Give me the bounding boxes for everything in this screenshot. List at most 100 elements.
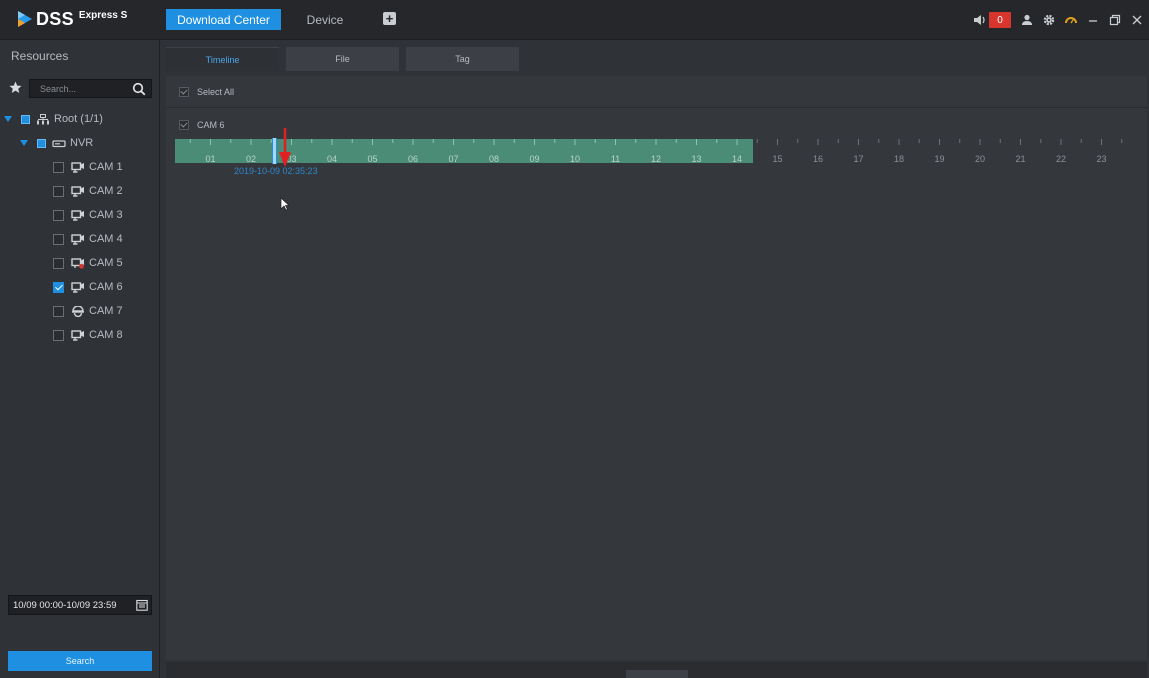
user-icon[interactable] [1021, 14, 1033, 26]
tree-node-cam2[interactable]: CAM 2 [53, 183, 123, 199]
camera-checkbox[interactable] [53, 233, 64, 245]
timeline-content: Select All CAM 6 01 02 03 04 05 06 07 08 09 10 11 1… [166, 76, 1147, 660]
camera-icon [71, 233, 84, 245]
hour-label: 22 [1055, 154, 1067, 164]
camera-label: CAM 6 [89, 281, 123, 293]
camera-label: CAM 7 [89, 305, 123, 317]
select-all-row[interactable]: Select All [166, 76, 1147, 108]
app-logo: DSS Express S [16, 8, 127, 30]
tree-node-cam1[interactable]: CAM 1 [53, 159, 123, 175]
add-tab-button[interactable]: + [383, 12, 396, 25]
camera-checkbox[interactable] [53, 257, 64, 269]
tree-node-cam8[interactable]: CAM 8 [53, 327, 123, 343]
camera-offline-icon [71, 257, 84, 269]
camera-label: CAM 1 [89, 161, 123, 173]
search-icon[interactable] [132, 82, 146, 96]
camera-icon [71, 281, 84, 293]
tree-node-nvr[interactable]: NVR [20, 135, 93, 151]
tree-node-root[interactable]: Root (1/1) [4, 111, 103, 127]
favorites-star-icon[interactable] [9, 81, 22, 94]
cursor-time-label: 2019-10-09 02:35:23 [234, 166, 318, 176]
date-range-field[interactable]: 10/09 00:00-10/09 23:59 [8, 595, 152, 615]
window-controls: 0 [963, 10, 1143, 30]
hour-label: 16 [812, 154, 824, 164]
alarm-indicator[interactable]: 0 [973, 12, 1011, 28]
camera-checkbox[interactable] [53, 185, 64, 197]
hour-label: 19 [934, 154, 945, 164]
download-center-tab[interactable]: Download Center [166, 9, 281, 30]
hour-label: 18 [893, 154, 905, 164]
view-tabs: Timeline File Tag [166, 47, 526, 71]
hour-label: 12 [650, 154, 662, 164]
bottom-bar [166, 662, 1147, 678]
tree-node-cam3[interactable]: CAM 3 [53, 207, 123, 223]
select-all-checkbox[interactable] [179, 86, 189, 97]
tree-node-cam7[interactable]: CAM 7 [53, 303, 123, 319]
channel-label: CAM 6 [197, 120, 225, 130]
hour-label: 02 [245, 154, 257, 164]
camera-checkbox[interactable] [53, 305, 64, 317]
search-button[interactable]: Search [8, 651, 152, 671]
camera-checkbox[interactable] [53, 281, 64, 293]
dss-logo-icon [16, 10, 34, 28]
nvr-device-icon [52, 139, 66, 147]
camera-icon [71, 329, 84, 341]
expand-arrow-icon[interactable] [4, 116, 12, 122]
hour-label: 20 [974, 154, 986, 164]
calendar-icon[interactable] [136, 599, 148, 611]
tree-node-nvr-label: NVR [70, 137, 94, 149]
restore-icon[interactable] [1109, 14, 1121, 26]
channel-checkbox[interactable] [179, 120, 189, 130]
camera-checkbox[interactable] [53, 161, 64, 173]
performance-gauge-icon[interactable] [1065, 14, 1077, 26]
camera-label: CAM 8 [89, 329, 123, 341]
camera-label: CAM 4 [89, 233, 123, 245]
tab-timeline[interactable]: Timeline [166, 47, 279, 71]
tab-file[interactable]: File [286, 47, 399, 71]
recording-timeline[interactable]: 01 02 03 04 05 06 07 08 09 10 11 12 13 14 15 16 17 18 19 20… [175, 138, 1137, 176]
tree-node-cam5[interactable]: CAM 5 [53, 255, 123, 271]
close-icon[interactable] [1131, 14, 1143, 26]
hour-label: 07 [448, 154, 459, 164]
collapse-panel-handle[interactable] [626, 670, 688, 678]
red-arrow-annotation-icon [279, 128, 291, 167]
hour-label: 10 [569, 154, 581, 164]
camera-checkbox[interactable] [53, 329, 64, 341]
camera-icon [71, 185, 84, 197]
expand-arrow-icon[interactable] [20, 140, 28, 146]
hour-label: 08 [488, 154, 500, 164]
gear-icon[interactable] [1043, 14, 1055, 26]
hour-label: 15 [772, 154, 783, 164]
hour-label: 17 [853, 154, 864, 164]
organization-icon [37, 113, 49, 124]
hour-label: 23 [1096, 154, 1107, 164]
speaker-icon [974, 15, 985, 25]
hour-label: 14 [731, 154, 743, 164]
minimize-icon[interactable] [1087, 14, 1099, 26]
dome-camera-icon [72, 305, 84, 317]
date-range-value: 10/09 00:00-10/09 23:59 [13, 599, 117, 611]
tree-node-cam6[interactable]: CAM 6 [53, 279, 123, 295]
main-panel: Timeline File Tag Select All CAM 6 01 02 0… [161, 40, 1149, 678]
resources-title: Resources [11, 49, 69, 63]
hour-label: 09 [529, 154, 540, 164]
hour-label: 04 [326, 154, 338, 164]
hour-label: 21 [1015, 154, 1026, 164]
device-tab[interactable]: Device [294, 9, 356, 30]
mouse-pointer-icon [280, 197, 290, 211]
top-bar: DSS Express S Download Center Device + 0 [0, 0, 1149, 40]
tab-tag[interactable]: Tag [406, 47, 519, 71]
camera-icon [71, 209, 84, 221]
nvr-select-box[interactable] [37, 138, 46, 148]
resource-search-input[interactable] [40, 83, 136, 94]
playback-cursor[interactable] [271, 138, 277, 164]
tree-node-root-label: Root (1/1) [54, 113, 103, 125]
logo-subtitle: Express S [78, 9, 128, 21]
camera-label: CAM 2 [89, 185, 123, 197]
tree-node-cam4[interactable]: CAM 4 [53, 231, 123, 247]
camera-checkbox[interactable] [53, 209, 64, 221]
channel-row[interactable]: CAM 6 [166, 116, 1147, 134]
hour-label: 06 [407, 154, 419, 164]
hour-label: 13 [691, 154, 702, 164]
root-select-box[interactable] [21, 114, 30, 124]
